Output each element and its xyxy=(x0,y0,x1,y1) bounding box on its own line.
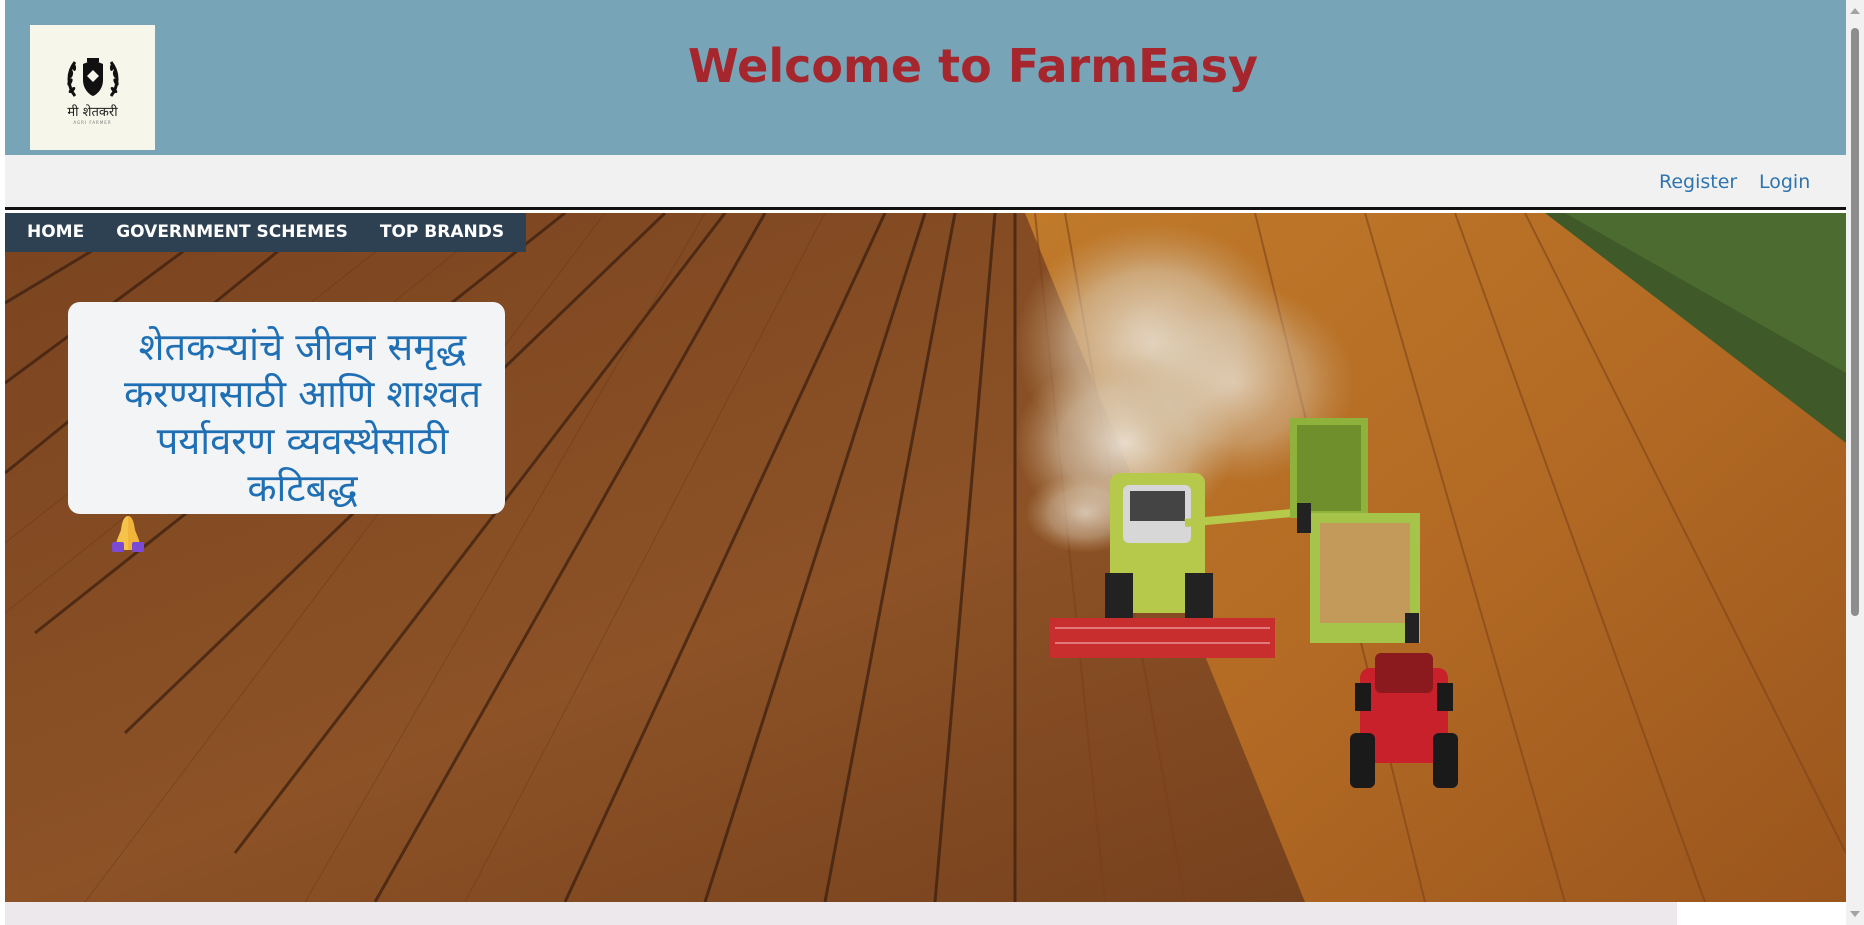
auth-bar: Register Login xyxy=(5,155,1846,210)
hero-banner: HOME GOVERNMENT SCHEMES TOP BRANDS शेतकऱ… xyxy=(5,213,1846,902)
vertical-scrollbar[interactable] xyxy=(1846,0,1864,925)
page-title: Welcome to FarmEasy xyxy=(688,39,1258,93)
page-footer-strip xyxy=(5,902,1677,925)
tagline-text: शेतकऱ्यांचे जीवन समृद्ध करण्यासाठी आणि श… xyxy=(108,324,497,552)
folded-hands-icon xyxy=(112,516,144,552)
scroll-thumb[interactable] xyxy=(1851,28,1859,616)
logo-subtext: AGRI FARMER xyxy=(73,119,112,125)
nav-top-brands[interactable]: TOP BRANDS xyxy=(364,213,520,252)
nav-home[interactable]: HOME xyxy=(11,213,100,252)
nav-government-schemes[interactable]: GOVERNMENT SCHEMES xyxy=(100,213,364,252)
logo-text: मी शेतकरी xyxy=(67,104,118,120)
main-nav: HOME GOVERNMENT SCHEMES TOP BRANDS xyxy=(5,213,527,252)
page: मी शेतकरी AGRI FARMER Welcome to FarmEas… xyxy=(5,0,1846,925)
register-link[interactable]: Register xyxy=(1659,171,1737,193)
login-link[interactable]: Login xyxy=(1759,171,1810,193)
tagline-label: शेतकऱ्यांचे जीवन समृद्ध करण्यासाठी आणि श… xyxy=(123,325,482,510)
site-header: मी शेतकरी AGRI FARMER Welcome to FarmEas… xyxy=(5,0,1846,155)
scroll-up-icon[interactable] xyxy=(1850,8,1860,14)
scroll-down-icon[interactable] xyxy=(1850,911,1860,917)
tagline-card: शेतकऱ्यांचे जीवन समृद्ध करण्यासाठी आणि श… xyxy=(68,302,505,552)
